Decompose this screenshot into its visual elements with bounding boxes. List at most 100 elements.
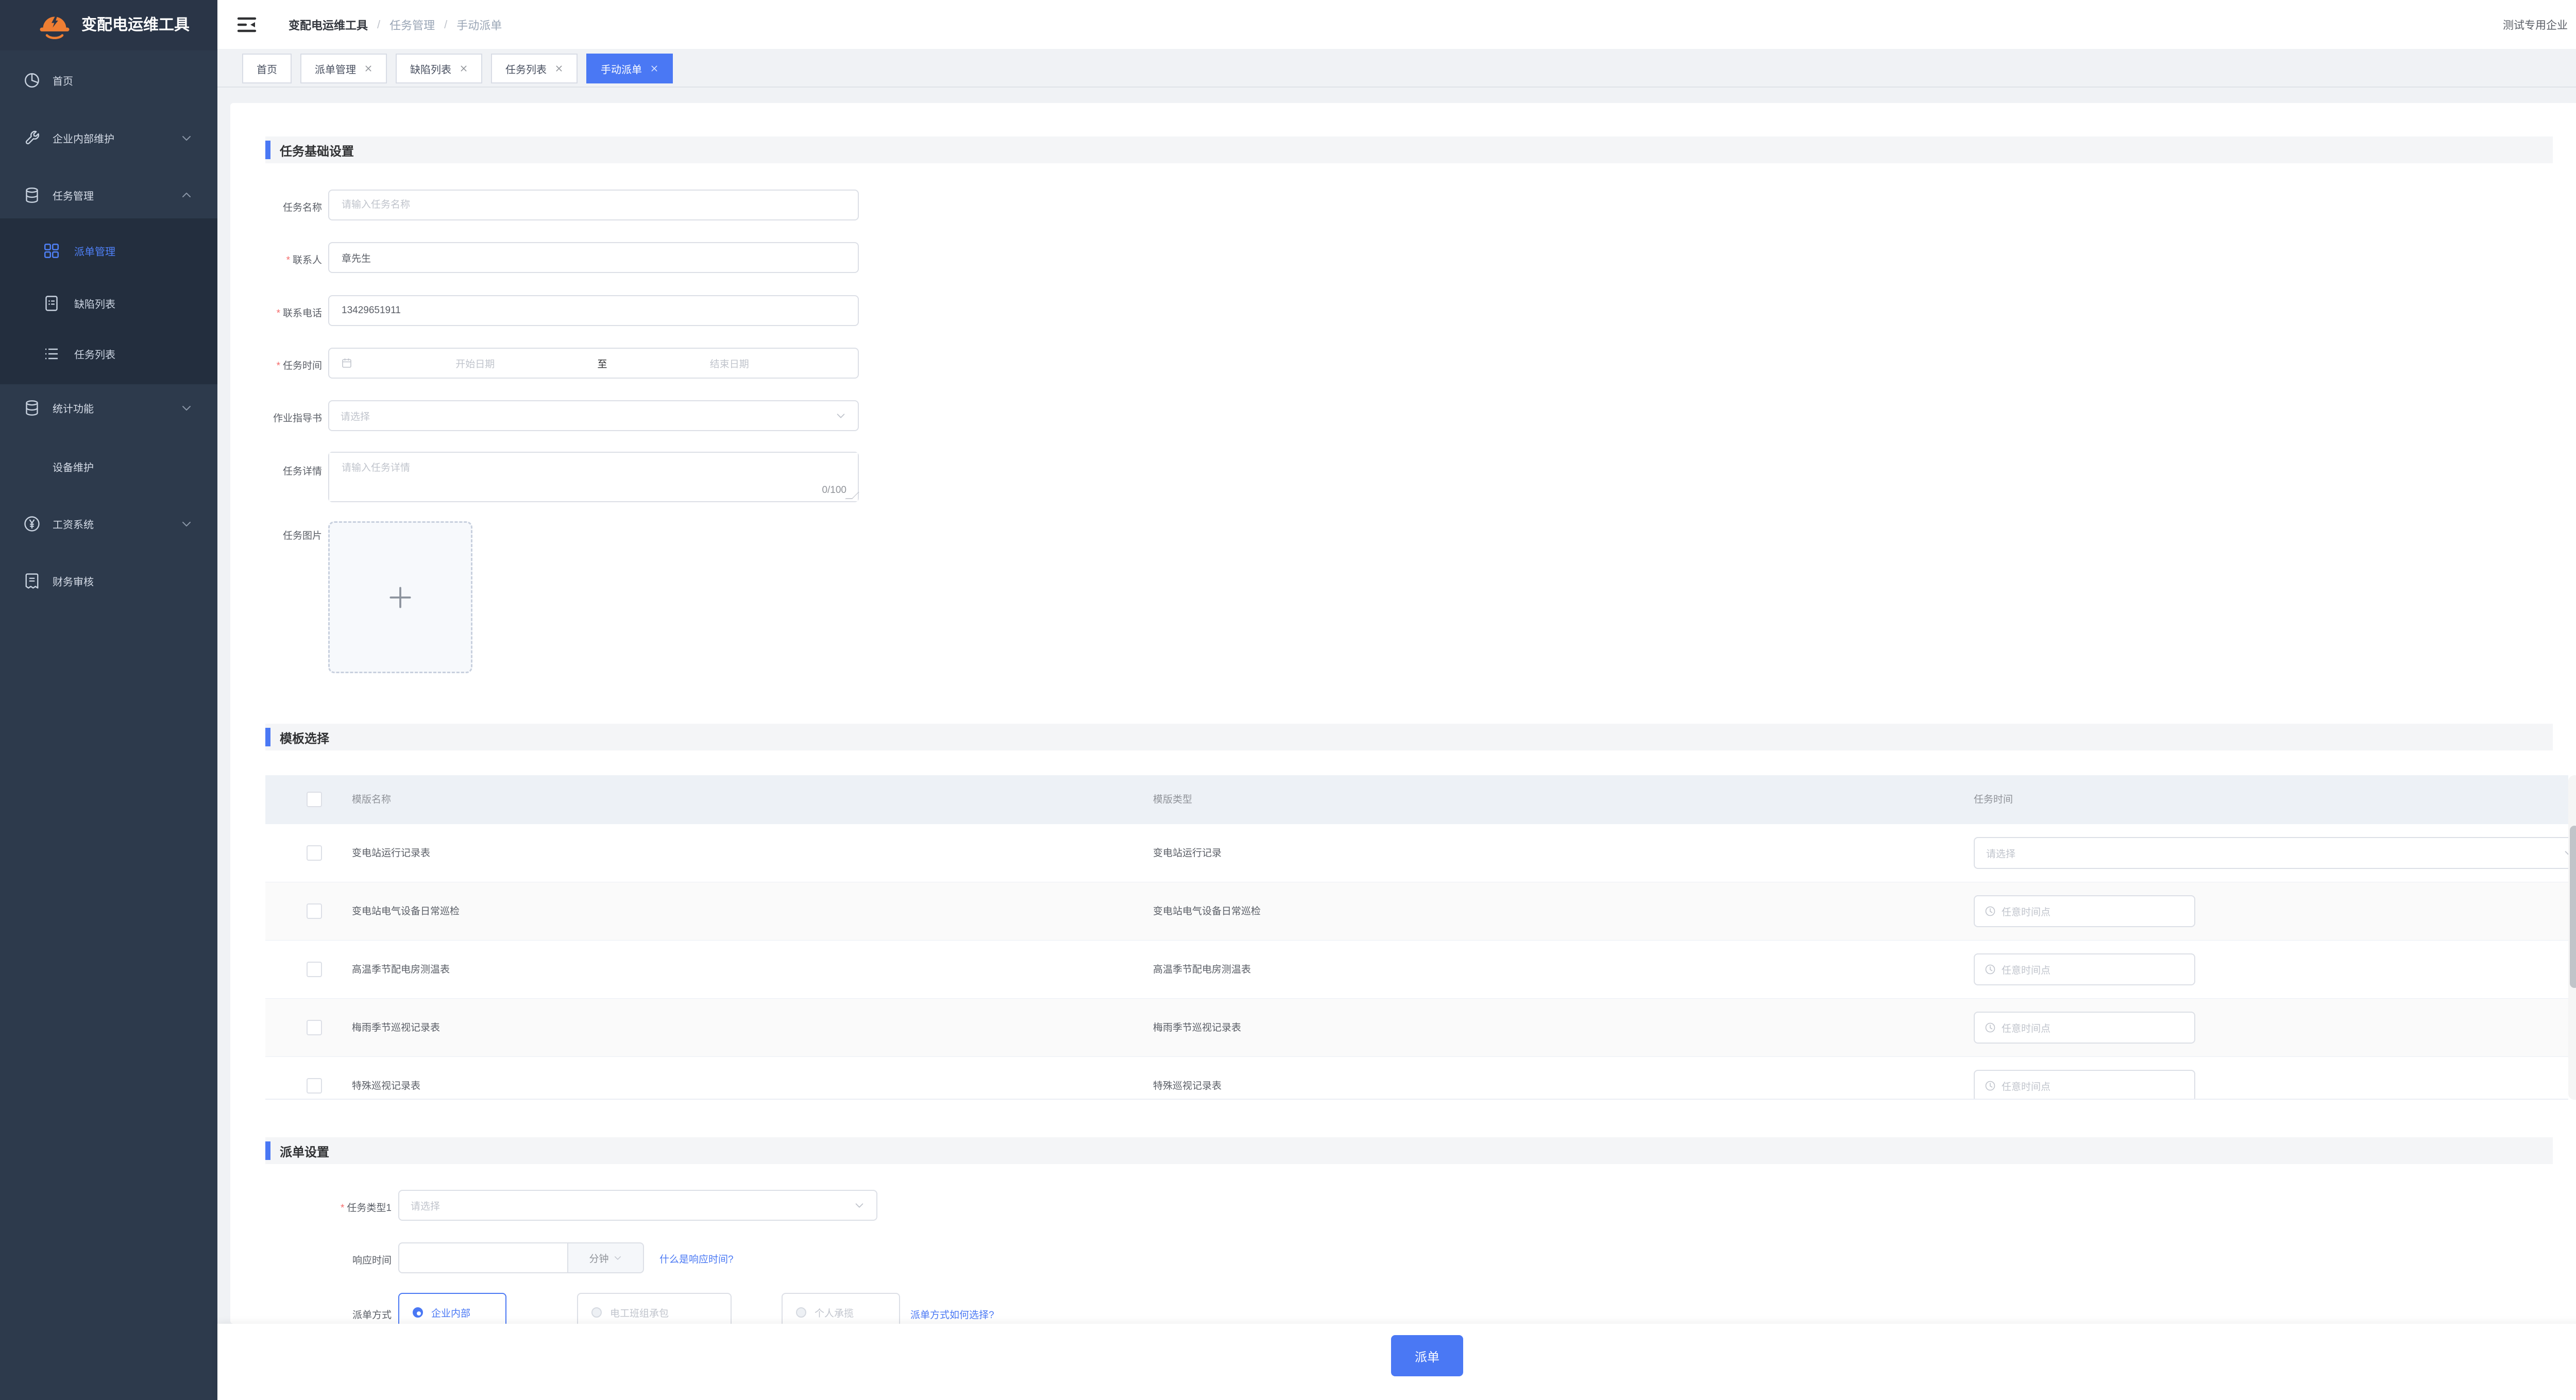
template-name-cell: 特殊巡视记录表 (352, 1057, 420, 1100)
row-time-picker[interactable]: 任意时间点 (1974, 953, 2195, 985)
task-time-range-picker[interactable]: 开始日期 至 结束日期 (328, 348, 859, 379)
sidebar-item-home[interactable]: 首页 (0, 55, 217, 106)
section-accent-bar (265, 728, 270, 746)
sidebar-item-dispatch-management[interactable]: 派单管理 (0, 225, 217, 277)
response-time-label: 响应时间 (230, 1253, 392, 1267)
sidebar-item-defect-list[interactable]: 缺陷列表 (0, 278, 217, 329)
audit-document-icon (23, 572, 41, 590)
sidebar-item-label: 首页 (53, 73, 73, 88)
row-checkbox[interactable] (307, 1020, 322, 1035)
close-icon[interactable] (555, 64, 563, 73)
breadcrumb-root[interactable]: 变配电运维工具 (289, 16, 368, 33)
dispatch-method-help-link[interactable]: 派单方式如何选择? (910, 1307, 994, 1321)
response-time-input[interactable] (399, 1243, 567, 1272)
sidebar-item-task-management[interactable]: 任务管理 (0, 169, 217, 221)
chevron-down-icon (180, 518, 193, 530)
sidebar-item-device-maintenance[interactable]: 设备维护 (0, 441, 217, 492)
app-root: 变配电运维工具 首页 企业内部维护 任务管理 派单管理 缺陷列表 任务列表 (0, 0, 2576, 1400)
sidebar-item-task-list[interactable]: 任务列表 (0, 328, 217, 380)
clock-icon (1984, 1021, 1996, 1034)
column-header-type: 模版类型 (1153, 775, 1192, 824)
row-time-picker[interactable]: 任意时间点 (1974, 895, 2195, 927)
sidebar-item-statistics[interactable]: 统计功能 (0, 382, 217, 434)
response-unit-select[interactable]: 分钟 (568, 1242, 644, 1273)
tab-dispatch-management[interactable]: 派单管理 (300, 54, 387, 83)
time-placeholder: 任意时间点 (2002, 1079, 2050, 1093)
sidebar-item-label: 任务管理 (53, 188, 94, 203)
sidebar-item-enterprise-maintenance[interactable]: 企业内部维护 (0, 112, 217, 164)
helmet-logo-icon (36, 7, 73, 44)
clock-icon (1984, 905, 1996, 917)
radio-label: 电工班组承包 (610, 1306, 669, 1320)
select-all-checkbox[interactable] (307, 792, 322, 807)
row-time-picker[interactable]: 任意时间点 (1974, 1012, 2195, 1044)
table-header-row: 模版名称 模版类型 任务时间 (265, 775, 2568, 824)
open-tabs: 首页 派单管理 缺陷列表 任务列表 手动派单 (242, 54, 673, 83)
row-checkbox[interactable] (307, 903, 322, 919)
chevron-down-icon (613, 1253, 622, 1262)
work-guide-select[interactable]: 请选择 (328, 400, 859, 431)
image-upload-box[interactable] (328, 521, 472, 673)
tab-manual-dispatch[interactable]: 手动派单 (586, 54, 673, 83)
row-checkbox[interactable] (307, 1078, 322, 1094)
end-date-placeholder: 结束日期 (613, 356, 847, 370)
sidebar: 变配电运维工具 首页 企业内部维护 任务管理 派单管理 缺陷列表 任务列表 (0, 0, 217, 1400)
chevron-down-icon (835, 410, 846, 421)
table-row: 高温季节配电房测温表 高温季节配电房测温表 任意时间点 (265, 941, 2568, 999)
row-checkbox[interactable] (307, 845, 322, 861)
required-asterisk: * (341, 1203, 344, 1214)
close-icon[interactable] (364, 64, 372, 73)
clock-icon (1984, 1080, 1996, 1092)
task-name-label: 任务名称 (230, 200, 322, 214)
task-detail-textarea[interactable] (329, 453, 858, 501)
breadcrumb-level1[interactable]: 任务管理 (389, 16, 435, 33)
task-name-input[interactable] (329, 191, 858, 219)
close-icon[interactable] (460, 64, 468, 73)
template-name-cell: 变电站运行记录表 (352, 824, 430, 882)
template-type-cell: 特殊巡视记录表 (1153, 1057, 1222, 1100)
sidebar-collapse-icon[interactable] (234, 12, 259, 37)
sidebar-item-salary-system[interactable]: 工资系统 (0, 498, 217, 550)
method-option-internal[interactable]: 企业内部 (398, 1293, 506, 1324)
template-type-cell: 变电站运行记录 (1153, 824, 1222, 882)
grid-icon (42, 242, 61, 260)
method-option-electrician-team[interactable]: 电工班组承包 (577, 1293, 732, 1324)
pie-chart-icon (23, 71, 41, 90)
task-type-select[interactable]: 请选择 (398, 1190, 877, 1221)
tab-home[interactable]: 首页 (242, 54, 292, 83)
breadcrumb-current: 手动派单 (456, 16, 502, 33)
row-checkbox[interactable] (307, 962, 322, 977)
tab-task-list[interactable]: 任务列表 (491, 54, 578, 83)
response-time-help-link[interactable]: 什么是响应时间? (659, 1252, 734, 1266)
company-name: 测试专用企业 (2503, 17, 2568, 32)
template-type-cell: 高温季节配电房测温表 (1153, 941, 1251, 999)
task-name-input-wrap (328, 190, 859, 220)
breadcrumb: 变配电运维工具 / 任务管理 / 手动派单 (289, 0, 502, 49)
sidebar-item-finance-audit[interactable]: 财务审核 (0, 555, 217, 607)
section-accent-bar (265, 141, 270, 159)
template-name-cell: 高温季节配电房测温表 (352, 941, 450, 999)
tab-defect-list[interactable]: 缺陷列表 (396, 54, 482, 83)
chevron-up-icon (180, 189, 193, 201)
row-time-picker[interactable]: 任意时间点 (1974, 1070, 2195, 1100)
template-type-cell: 梅雨季节巡视记录表 (1153, 999, 1241, 1057)
method-option-individual[interactable]: 个人承揽 (782, 1293, 900, 1324)
breadcrumb-separator: / (377, 18, 380, 31)
company-selector[interactable]: 测试专用企业 (2503, 0, 2576, 49)
app-title: 变配电运维工具 (81, 0, 190, 50)
table-scrollbar-thumb[interactable] (2570, 826, 2576, 988)
contact-input[interactable] (329, 243, 858, 272)
phone-input-wrap (328, 295, 859, 326)
close-icon[interactable] (650, 64, 658, 73)
response-time-input-wrap (398, 1242, 568, 1273)
table-scrollbar[interactable] (2568, 775, 2576, 1100)
task-detail-label: 任务详情 (230, 464, 322, 477)
table-row-partial: 特殊巡视记录表 特殊巡视记录表 任意时间点 (265, 1057, 2568, 1100)
row-time-select[interactable]: 请选择 (1974, 837, 2568, 869)
footer-bar: 派单 (217, 1324, 2576, 1400)
wrench-icon (23, 129, 41, 147)
app-logo: 变配电运维工具 (0, 0, 217, 50)
dispatch-submit-button[interactable]: 派单 (1391, 1335, 1463, 1376)
breadcrumb-separator: / (444, 18, 447, 31)
phone-input[interactable] (329, 296, 858, 325)
